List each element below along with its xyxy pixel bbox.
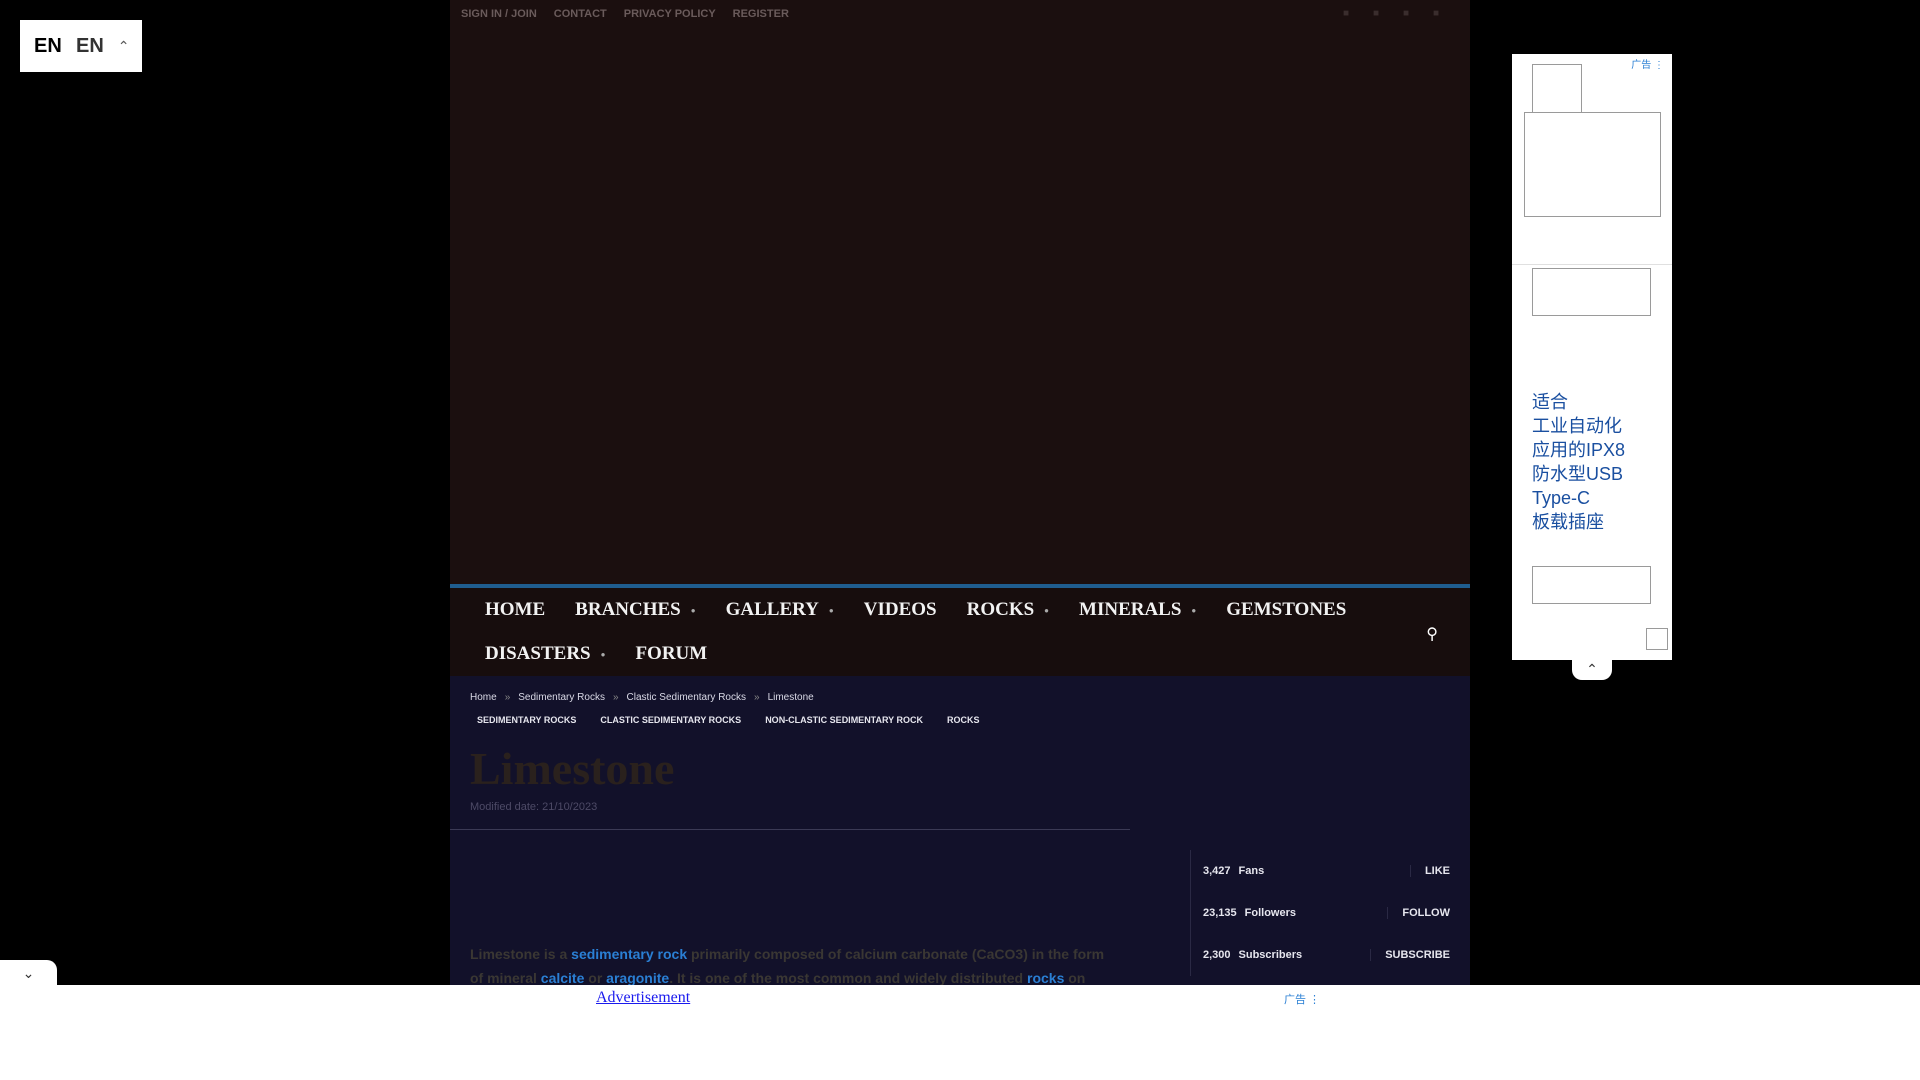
nav-home[interactable]: HOME [485,599,545,621]
link-sedimentary-rock[interactable]: sedimentary rock [571,946,687,962]
dropdown-icon: ● [600,649,606,659]
contact-link[interactable]: CONTACT [554,8,607,20]
ad-image-placeholder[interactable] [1532,566,1651,604]
nav-label: ROCKS [966,599,1035,620]
link-rocks[interactable]: rocks [1027,970,1064,986]
collapse-bottom-ad-button[interactable]: ⌄ [0,960,57,987]
language-switcher[interactable]: EN EN ⌃ [20,20,142,72]
breadcrumb-current: Limestone [767,692,814,703]
article-text-part: Limestone is a [470,946,572,962]
facebook-icon[interactable]: ■ [1343,8,1355,20]
nav-label: GALLERY [725,599,819,620]
nav-label: GEMSTONES [1226,599,1347,620]
subscribers-count: 2,300 [1203,949,1231,961]
sidebar-ad[interactable]: 广告 ⋮ 适合 工业自动化 应用的IPX8 防水型USB Type-C 板载插座 [1512,54,1672,660]
dropdown-icon: ● [690,605,696,615]
ad-label[interactable]: 广告 ⋮ [1284,991,1320,1007]
page: EN EN ⌃ SIGN IN / JOIN CONTACT PRIVACY P… [0,0,1920,1080]
nav-gallery[interactable]: GALLERY ● [726,599,834,621]
article-area: Home » Sedimentary Rocks » Clastic Sedim… [450,676,1470,986]
nav-minerals[interactable]: MINERALS ● [1079,599,1196,621]
nav-rocks[interactable]: ROCKS ● [967,599,1049,621]
dropdown-icon: ● [828,605,834,615]
ad-choices-icon[interactable] [1646,628,1668,650]
nav-label: DISASTERS [485,643,591,664]
breadcrumb-separator-icon: » [504,692,511,703]
nav-label: BRANCHES [575,599,681,620]
nav-label: FORUM [635,643,708,664]
signin-link[interactable]: SIGN IN / JOIN [461,8,537,20]
social-row-youtube: 2,300 Subscribers SUBSCRIBE [1190,934,1450,976]
article-text: Limestone is a sedimentary rock primaril… [470,942,1110,990]
nav-videos[interactable]: VIDEOS [864,599,937,621]
breadcrumb-home[interactable]: Home [470,692,497,703]
breadcrumb-sedimentary[interactable]: Sedimentary Rocks [518,692,605,703]
instagram-icon[interactable]: ■ [1373,8,1385,20]
main-column: SIGN IN / JOIN CONTACT PRIVACY POLICY RE… [450,0,1470,986]
tag-rocks[interactable]: ROCKS [940,712,987,728]
top-bar: SIGN IN / JOIN CONTACT PRIVACY POLICY RE… [450,0,1470,28]
like-button[interactable]: LIKE [1409,865,1450,877]
tag-clastic-sedimentary-rocks[interactable]: CLASTIC SEDIMENTARY ROCKS [593,712,748,728]
divider [1512,264,1672,265]
ad-headline[interactable]: 适合 工业自动化 应用的IPX8 防水型USB Type-C 板载插座 [1532,390,1642,534]
subscribe-button[interactable]: SUBSCRIBE [1370,949,1450,961]
nav-disasters[interactable]: DISASTERS ● [485,643,605,665]
link-calcite[interactable]: calcite [541,970,585,986]
ad-image-placeholder[interactable] [1524,112,1661,217]
nav-label: MINERALS [1079,599,1182,620]
article-text-part: or [584,970,607,986]
search-icon[interactable]: ⚲ [1426,624,1438,644]
fans-label: Fans [1238,865,1265,877]
nav-label: HOME [485,599,546,620]
chevron-up-icon: ⌃ [117,37,130,54]
social-icons: ■ ■ ■ ■ [1343,8,1445,20]
ad-image-placeholder[interactable] [1532,268,1651,316]
link-aragonite[interactable]: aragonite [606,970,669,986]
twitter-icon[interactable]: ■ [1403,8,1415,20]
collapse-ad-button[interactable]: ⌃ [1572,658,1612,680]
follow-button[interactable]: FOLLOW [1387,907,1450,919]
register-link[interactable]: REGISTER [733,8,789,20]
fans-count: 3,427 [1203,865,1231,877]
tag-sedimentary-rocks[interactable]: SEDIMENTARY ROCKS [470,712,583,728]
divider [450,829,1130,830]
nav-label: VIDEOS [863,599,937,620]
followers-label: Followers [1244,907,1296,919]
nav-branches[interactable]: BRANCHES ● [575,599,695,621]
breadcrumb-separator-icon: » [612,692,619,703]
social-row-facebook: 3,427 Fans LIKE [1190,850,1450,892]
language-code: EN [76,34,104,57]
modified-date: Modified date: 21/10/2023 [470,801,598,813]
dropdown-icon: ● [1044,605,1050,615]
breadcrumb: Home » Sedimentary Rocks » Clastic Sedim… [470,692,814,703]
followers-count: 23,135 [1203,907,1237,919]
dropdown-icon: ● [1191,605,1197,615]
breadcrumb-separator-icon: » [754,692,760,703]
social-row-twitter: 23,135 Followers FOLLOW [1190,892,1450,934]
article-text-part: . It is one of the most common and widel… [669,970,1027,986]
youtube-icon[interactable]: ■ [1433,8,1445,20]
breadcrumb-clastic[interactable]: Clastic Sedimentary Rocks [627,692,746,703]
ad-image-placeholder[interactable] [1532,64,1582,114]
social-counters: 3,427 Fans LIKE 23,135 Followers FOLLOW … [1190,850,1450,976]
nav-gemstones[interactable]: GEMSTONES [1226,599,1346,621]
tag-non-clastic[interactable]: NON-CLASTIC SEDIMENTARY ROCK [758,712,930,728]
subscribers-label: Subscribers [1238,949,1303,961]
main-nav: HOME BRANCHES ● GALLERY ● VIDEOS ROCKS ● MI… [450,584,1470,676]
bottom-ad-banner[interactable]: Advertisement 广告 ⋮ [0,985,1920,1080]
privacy-policy-link[interactable]: PRIVACY POLICY [624,8,716,20]
advertisement-link[interactable]: Advertisement [596,989,690,1007]
nav-forum[interactable]: FORUM [635,643,707,665]
page-title: Limestone [470,743,675,794]
flag-icon: EN [34,35,62,57]
ad-label[interactable]: 广告 ⋮ [1631,56,1664,71]
category-tags: SEDIMENTARY ROCKS CLASTIC SEDIMENTARY RO… [470,712,987,728]
article-text-part: on [1064,970,1086,986]
